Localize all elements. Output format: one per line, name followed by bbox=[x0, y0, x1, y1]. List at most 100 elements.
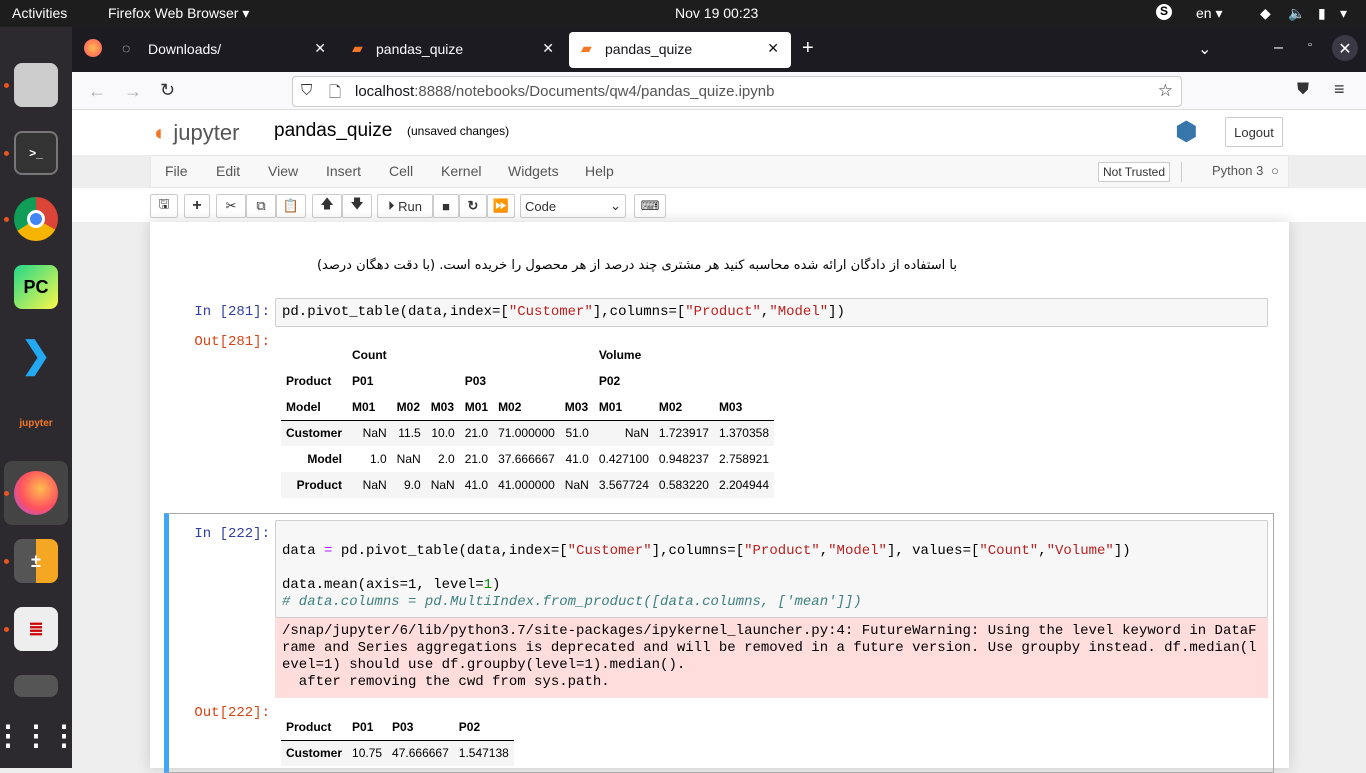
tab-pandas-quize-active[interactable]: ▰ pandas_quize ✕ bbox=[569, 32, 791, 68]
tab-pandas-quize[interactable]: ▰ pandas_quize ✕ bbox=[340, 32, 566, 68]
pocket-icon[interactable]: ⛊ bbox=[1297, 81, 1309, 99]
menu-edit[interactable]: Edit bbox=[216, 163, 240, 179]
code-cell-input[interactable]: data = pd.pivot_table(data,index=["Custo… bbox=[275, 520, 1268, 618]
page-info-icon[interactable]: 🗋 bbox=[329, 82, 341, 107]
show-applications-icon[interactable]: ⋮⋮⋮ bbox=[0, 713, 78, 757]
files-icon[interactable] bbox=[14, 63, 58, 107]
close-tab-icon[interactable]: ✕ bbox=[767, 40, 779, 57]
navigation-bar: ← → ↻ ⛉ 🗋 localhost:8888/notebooks/Docum… bbox=[72, 72, 1366, 110]
copy-icon[interactable]: ⧉ bbox=[246, 194, 276, 218]
cell-type-value: Code bbox=[525, 198, 557, 214]
markdown-text: با استفاده از دادگان ارائه شده محاسبه کن… bbox=[316, 258, 957, 273]
restart-run-all-icon[interactable]: ⏩ bbox=[487, 194, 515, 218]
column-header bbox=[560, 368, 594, 394]
row-header: Customer bbox=[286, 426, 343, 441]
firefox-view-icon[interactable] bbox=[84, 39, 102, 57]
table-cell: NaN bbox=[564, 478, 589, 492]
vscode-icon[interactable]: ❯ bbox=[14, 333, 58, 377]
volume-icon[interactable]: 🔈 bbox=[1288, 5, 1305, 22]
skype-icon[interactable]: S bbox=[1156, 4, 1172, 20]
document-viewer-icon[interactable]: ≣ bbox=[14, 607, 58, 651]
menu-file[interactable]: File bbox=[165, 163, 188, 179]
table-cell: 9.0 bbox=[404, 478, 421, 492]
column-header: M02 bbox=[493, 394, 560, 421]
minimize-button[interactable]: – bbox=[1274, 39, 1283, 57]
menu-view[interactable]: View bbox=[268, 163, 298, 179]
kernel-idle-icon: ○ bbox=[1271, 163, 1279, 178]
column-header bbox=[560, 342, 594, 368]
firefox-icon[interactable] bbox=[4, 461, 68, 525]
insert-cell-icon[interactable]: + bbox=[184, 194, 210, 218]
language-menu[interactable]: en ▾ bbox=[1196, 5, 1223, 22]
table-cell: 0.427100 bbox=[598, 452, 649, 466]
app-menu[interactable]: Firefox Web Browser ▾ bbox=[108, 5, 249, 22]
close-tab-icon[interactable]: ✕ bbox=[542, 40, 554, 57]
menu-help[interactable]: Help bbox=[585, 163, 614, 179]
run-label: Run bbox=[398, 198, 422, 214]
menu-kernel[interactable]: Kernel bbox=[441, 163, 481, 179]
table-cell: 21.0 bbox=[464, 452, 489, 466]
menu-widgets[interactable]: Widgets bbox=[508, 163, 559, 179]
table-cell: 41.000000 bbox=[498, 478, 555, 492]
code-cell-input[interactable]: pd.pivot_table(data,index=["Customer"],c… bbox=[275, 298, 1268, 327]
column-header: M02 bbox=[391, 394, 426, 421]
save-icon[interactable]: 🖫 bbox=[150, 194, 178, 218]
notebook-title[interactable]: pandas_quize bbox=[274, 120, 392, 142]
forward-button[interactable]: → bbox=[124, 81, 142, 102]
jupyter-icon[interactable]: jupyter bbox=[14, 401, 58, 445]
jupyter-logo[interactable]: ◐ jupyter bbox=[154, 120, 239, 146]
wifi-icon[interactable]: ◆ bbox=[1260, 5, 1271, 22]
menu-insert[interactable]: Insert bbox=[326, 163, 361, 179]
restart-icon[interactable]: ↻ bbox=[459, 194, 487, 218]
kernel-name[interactable]: Python 3 bbox=[1212, 163, 1263, 178]
menu-cell[interactable]: Cell bbox=[389, 163, 413, 179]
globe-icon: ◌ bbox=[122, 40, 131, 56]
terminal-icon[interactable]: >_ bbox=[14, 131, 58, 175]
jupyter-header: ◐ jupyter pandas_quize (unsaved changes)… bbox=[72, 110, 1366, 155]
column-header bbox=[714, 368, 774, 394]
column-header: P02 bbox=[598, 374, 621, 388]
list-tabs-icon[interactable]: ⌄ bbox=[1198, 39, 1211, 59]
table-cell: 51.0 bbox=[565, 426, 589, 441]
run-button[interactable]: ⏵ Run bbox=[377, 194, 433, 218]
warning-output: /snap/jupyter/6/lib/python3.7/site-packa… bbox=[275, 618, 1268, 698]
close-window-button[interactable]: ✕ bbox=[1332, 35, 1358, 61]
cut-icon[interactable]: ✂ bbox=[216, 194, 246, 218]
disk-icon[interactable] bbox=[14, 675, 58, 697]
move-down-icon[interactable]: 🡇 bbox=[342, 194, 372, 218]
pycharm-icon[interactable]: PC bbox=[14, 265, 58, 309]
column-header: P01 bbox=[352, 374, 374, 388]
menu-icon[interactable]: ≡ bbox=[1334, 79, 1345, 100]
battery-icon[interactable]: ▮ bbox=[1318, 5, 1326, 22]
paste-icon[interactable]: 📋 bbox=[276, 194, 306, 218]
power-menu-icon[interactable]: ▾ bbox=[1340, 5, 1347, 22]
calculator-icon[interactable]: ± bbox=[14, 539, 58, 583]
column-header: M01 bbox=[347, 394, 392, 421]
keyboard-icon[interactable]: ⌨ bbox=[634, 194, 666, 218]
reload-button[interactable]: ↻ bbox=[160, 80, 175, 101]
system-top-bar: Activities Firefox Web Browser ▾ Nov 19 … bbox=[0, 0, 1366, 27]
bookmark-star-icon[interactable]: ☆ bbox=[1158, 81, 1173, 101]
not-trusted-badge[interactable]: Not Trusted bbox=[1098, 162, 1171, 182]
close-tab-icon[interactable]: ✕ bbox=[314, 40, 326, 57]
clock[interactable]: Nov 19 00:23 bbox=[675, 5, 758, 21]
url-bar[interactable]: ⛉ 🗋 localhost:8888/notebooks/Documents/q… bbox=[292, 76, 1182, 107]
run-icon: ⏵ bbox=[388, 198, 395, 213]
column-header bbox=[460, 342, 493, 368]
maximize-button[interactable]: ▫ bbox=[1308, 39, 1312, 51]
stop-icon[interactable]: ■ bbox=[433, 194, 459, 218]
activities-button[interactable]: Activities bbox=[12, 5, 67, 21]
column-header: Product bbox=[281, 714, 348, 741]
column-header: Product bbox=[286, 374, 332, 388]
shield-icon[interactable]: ⛉ bbox=[301, 82, 312, 99]
header-row: Product P01 P03 P02 bbox=[281, 714, 514, 741]
tab-downloads[interactable]: ◌ Downloads/ ✕ bbox=[112, 32, 338, 68]
column-header: M02 bbox=[653, 394, 714, 421]
cell-type-select[interactable]: Code ⌄ bbox=[520, 194, 626, 218]
new-tab-button[interactable]: + bbox=[802, 37, 814, 60]
back-button[interactable]: ← bbox=[88, 81, 106, 102]
chrome-icon[interactable] bbox=[14, 197, 58, 241]
header-row: Model M01 M02 M03 M01 M02 M03 M01 M02 M03 bbox=[281, 394, 774, 421]
logout-button[interactable]: Logout bbox=[1225, 117, 1283, 147]
move-up-icon[interactable]: 🡅 bbox=[312, 194, 342, 218]
